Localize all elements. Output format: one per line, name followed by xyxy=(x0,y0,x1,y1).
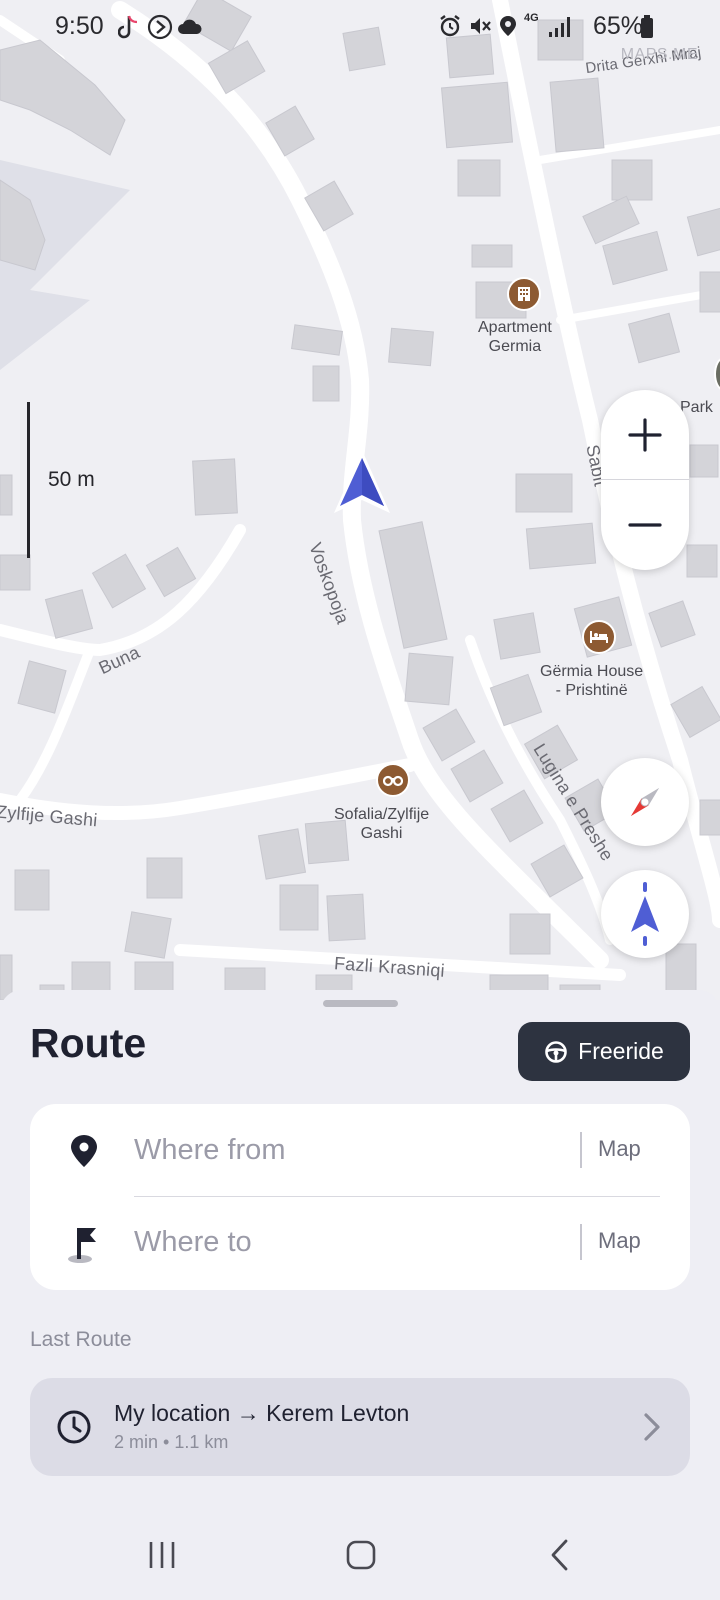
where-from-map-button[interactable]: Map xyxy=(598,1136,641,1162)
recent-apps-button[interactable] xyxy=(132,1530,192,1580)
chevron-right-icon xyxy=(644,1413,660,1441)
recent-apps-icon xyxy=(149,1542,175,1568)
flag-icon xyxy=(68,1228,96,1263)
route-title: Route xyxy=(30,1020,147,1066)
where-to-row: Map xyxy=(30,1196,690,1288)
status-bar: 9:50 4G 65% xyxy=(0,0,720,52)
app-root: Drita Gerxhi Mraj Voskopoja Buna Zylfije… xyxy=(0,0,720,1600)
back-icon xyxy=(551,1539,568,1571)
scale-label: 50 m xyxy=(48,468,95,491)
apartment-germia-label: Apartment Germia xyxy=(478,319,552,355)
status-time: 9:50 xyxy=(55,12,104,40)
hotel-poi-icon[interactable] xyxy=(582,620,616,654)
navigation-arrow-icon xyxy=(631,882,659,946)
freeride-button[interactable]: Freeride xyxy=(518,1022,690,1081)
back-button[interactable] xyxy=(530,1530,590,1580)
zoom-out-button[interactable] xyxy=(601,480,689,570)
network-type-label: 4G xyxy=(524,12,539,24)
mute-icon xyxy=(471,18,491,34)
location-pin-icon xyxy=(71,1135,97,1167)
signal-icon xyxy=(549,17,570,37)
scale-bar xyxy=(27,402,30,558)
alarm-icon xyxy=(440,15,460,37)
last-route-item[interactable]: My location → Kerem Levton 2 min • 1.1 k… xyxy=(30,1378,690,1476)
location-arrow xyxy=(334,450,390,513)
sheet-drag-handle[interactable] xyxy=(323,1000,398,1007)
where-from-input[interactable] xyxy=(134,1126,554,1174)
freeride-label: Freeride xyxy=(578,1038,664,1064)
route-input-card: Map Map xyxy=(30,1104,690,1290)
binoculars-poi-icon[interactable] xyxy=(376,763,410,797)
zoom-in-button[interactable] xyxy=(601,390,689,480)
my-location-button[interactable] xyxy=(601,870,689,958)
zoom-control xyxy=(601,390,689,570)
apartment-poi-icon[interactable] xyxy=(507,277,541,311)
sofalia-label: Sofalia/Zylfije Gashi xyxy=(334,806,430,842)
steering-wheel-icon xyxy=(545,1040,567,1063)
location-status-icon xyxy=(500,16,516,36)
clock-icon xyxy=(57,1410,91,1444)
battery-icon xyxy=(641,15,653,38)
compass-button[interactable] xyxy=(601,758,689,846)
where-to-separator xyxy=(580,1224,582,1260)
tiktok-icon xyxy=(118,15,138,39)
where-from-separator xyxy=(580,1132,582,1168)
last-route-subtitle: 2 min • 1.1 km xyxy=(114,1432,229,1452)
plus-icon xyxy=(628,418,662,452)
last-route-title: My location → Kerem Levton xyxy=(114,1400,410,1426)
home-icon xyxy=(346,1540,376,1570)
last-route-heading: Last Route xyxy=(30,1328,132,1351)
minus-icon xyxy=(628,523,662,527)
map-view[interactable]: Drita Gerxhi Mraj Voskopoja Buna Zylfije… xyxy=(0,0,720,1000)
home-button[interactable] xyxy=(331,1530,391,1580)
where-to-map-button[interactable]: Map xyxy=(598,1228,641,1254)
germia-house-label: Gërmia House - Prishtinë xyxy=(540,663,644,699)
compass-icon xyxy=(630,787,660,817)
cloud-icon xyxy=(178,19,202,34)
where-to-input[interactable] xyxy=(134,1218,554,1266)
route-bottom-sheet: Route Freeride Map xyxy=(0,990,720,1600)
where-from-row: Map xyxy=(30,1104,690,1196)
battery-percent: 65% xyxy=(593,12,644,40)
play-circle-icon xyxy=(147,14,173,40)
system-nav-bar xyxy=(0,1510,720,1600)
